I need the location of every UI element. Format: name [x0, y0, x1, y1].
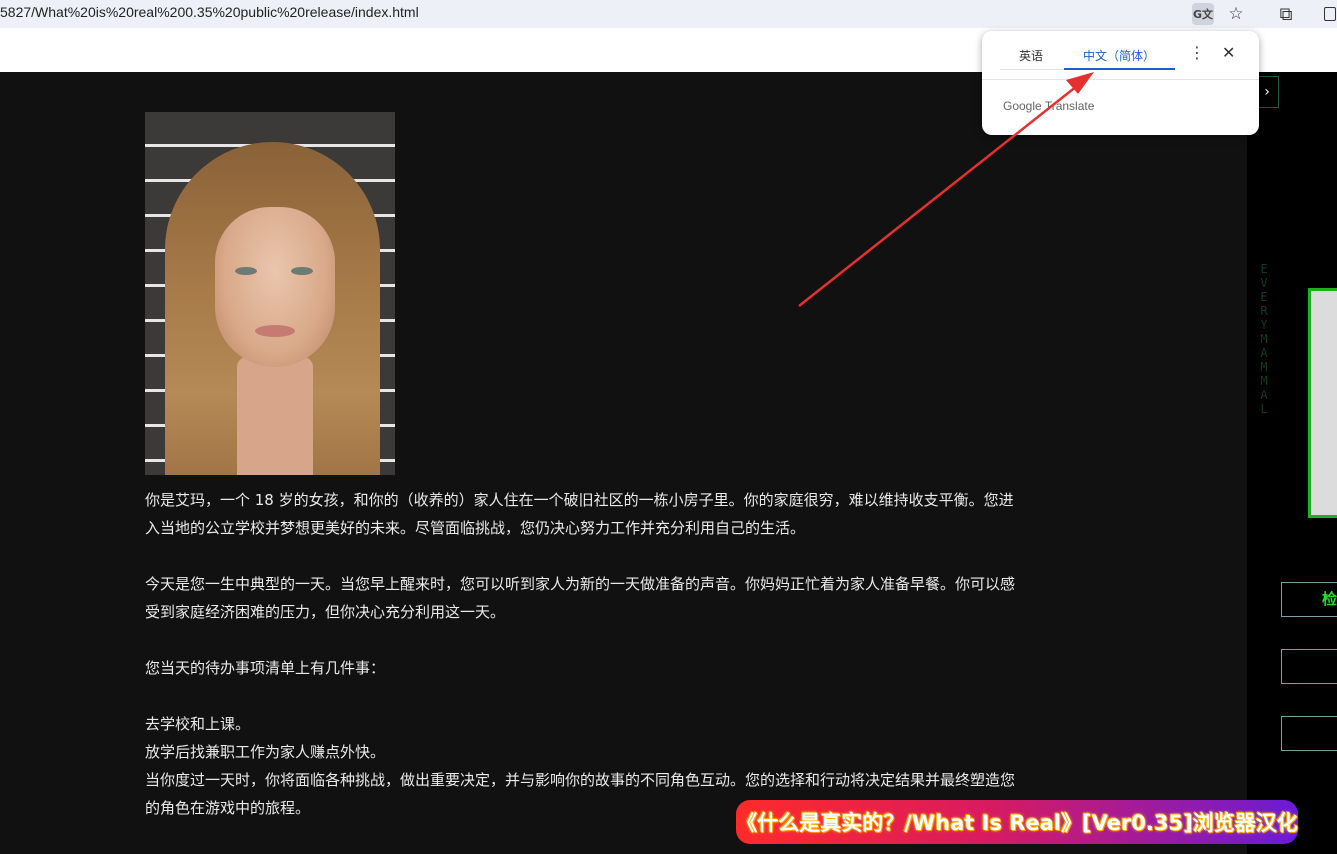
portrait-eye-left — [235, 267, 257, 275]
check-button[interactable]: 检 — [1281, 582, 1337, 617]
side-button[interactable] — [1281, 649, 1337, 684]
tab-source-language[interactable]: 英语 — [1019, 47, 1043, 64]
matrix-text: EVERYMAMMAL — [1257, 262, 1271, 416]
translate-popup: 英语 中文（简体） ⋮ ✕ Google Translate — [982, 31, 1259, 135]
title-banner: 《什么是真实的？/What Is Real》[Ver0.35]浏览器汉化 — [736, 800, 1298, 844]
address-bar[interactable]: 5827/What%20is%20real%200.35%20public%20… — [0, 0, 1337, 28]
story-paragraph: 您当天的待办事项清单上有几件事： — [145, 659, 386, 677]
side-button[interactable] — [1281, 716, 1337, 751]
active-tab-indicator — [1064, 68, 1175, 70]
tab-target-language[interactable]: 中文（简体） — [1083, 47, 1155, 64]
story-paragraph: 今天是您一生中典型的一天。当您早上醒来时，您可以听到家人为新的一天做准备的声音。… — [145, 575, 1016, 621]
todo-item: 去学校和上课。 — [145, 715, 251, 733]
matrix-column: EVERYMAMMAL — [1253, 262, 1271, 416]
story-panel: 你是艾玛，一个 18 岁的女孩，和你的（收养的）家人住在一个破旧社区的一栋小房子… — [0, 72, 1247, 854]
check-button-label: 检 — [1322, 590, 1337, 608]
todo-item: 放学后找兼职工作为家人赚点外快。 — [145, 743, 386, 761]
google-translate-brand: Google Translate — [1003, 99, 1095, 113]
banner-text: 《什么是真实的？/What Is Real》[Ver0.35]浏览器汉化 — [736, 811, 1298, 835]
chevron-right-icon: › — [1264, 84, 1270, 100]
page-content: 你是艾玛，一个 18 岁的女孩，和你的（收养的）家人住在一个破旧社区的一栋小房子… — [0, 72, 1337, 854]
more-options-icon[interactable]: ⋮ — [1189, 43, 1205, 62]
popup-separator — [982, 79, 1259, 80]
portrait-lips — [255, 325, 295, 337]
story-text: 你是艾玛，一个 18 岁的女孩，和你的（收养的）家人住在一个破旧社区的一栋小房子… — [145, 486, 1015, 822]
url-text[interactable]: 5827/What%20is%20real%200.35%20public%20… — [0, 4, 419, 20]
translate-icon[interactable]: G文 — [1192, 3, 1214, 25]
story-paragraph: 你是艾玛，一个 18 岁的女孩，和你的（收养的）家人住在一个破旧社区的一栋小房子… — [145, 491, 1014, 537]
close-icon[interactable]: ✕ — [1222, 43, 1235, 62]
side-panel-icon[interactable] — [1318, 2, 1337, 26]
side-card[interactable] — [1308, 288, 1337, 518]
portrait-face — [215, 207, 335, 367]
extensions-icon[interactable]: ⧉ — [1274, 2, 1298, 26]
portrait-neck — [237, 357, 313, 475]
portrait-eye-right — [291, 267, 313, 275]
star-icon[interactable]: ☆ — [1224, 2, 1248, 26]
character-portrait — [145, 112, 395, 475]
